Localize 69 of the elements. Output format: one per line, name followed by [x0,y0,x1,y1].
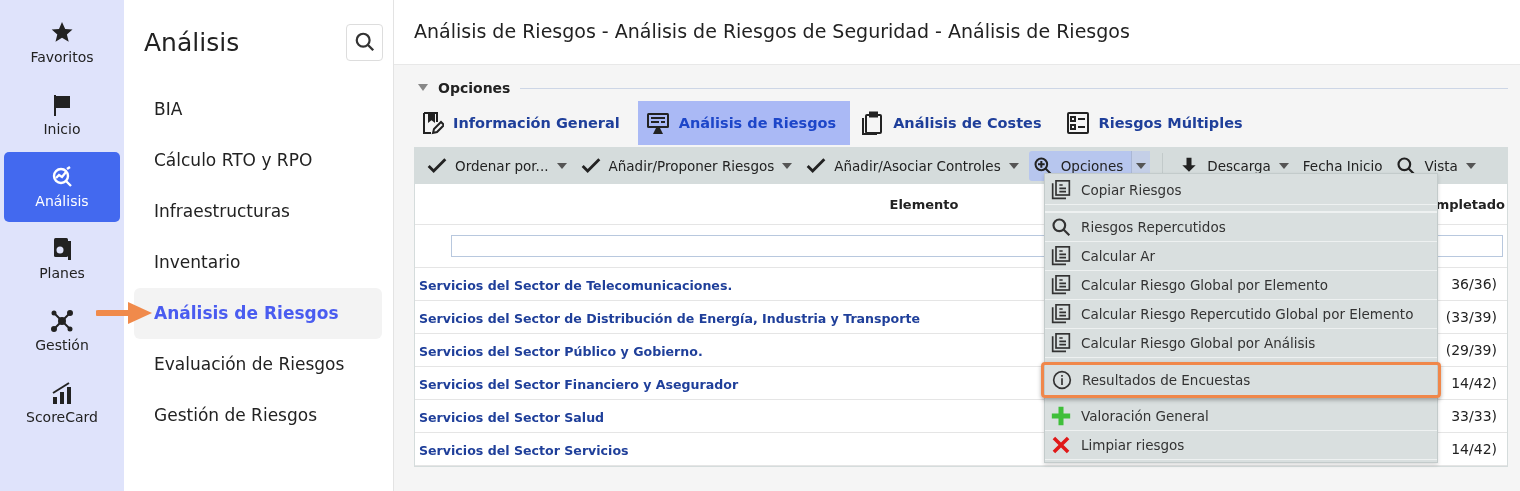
element-link[interactable]: Servicios del Sector Financiero y Asegurador [419,376,739,392]
nav-item[interactable]: Inicio [4,80,120,150]
table-cell: (33/39) [1445,309,1497,325]
table-cell: 33/33) [1451,408,1497,424]
monitor-icon [645,111,670,135]
element-link[interactable]: Servicios del Sector Salud [419,409,605,425]
page-title: Análisis de Riesgos - Análisis de Riesgos de Seguridad - Análisis de Riesgos [394,0,1520,65]
edit-icon [420,111,444,135]
sidebar-item[interactable]: Análisis de Riesgos [134,288,382,339]
info-icon [1052,370,1072,390]
network-icon [50,309,74,333]
table-cell: 36/36) [1451,276,1497,292]
document-icon [1051,275,1071,295]
toolbar-button[interactable]: Añadir/Proponer Riesgos [576,151,797,181]
menu-item[interactable]: Calcular Ar [1045,242,1437,271]
plus-icon [1051,406,1071,426]
menu-item[interactable]: Calcular Riesgo Global por Elemento [1045,271,1437,300]
bar-chart-icon [50,381,74,405]
element-link[interactable]: Servicios del Sector Público y Gobierno. [419,343,703,359]
sidebar-item[interactable]: BIA [134,84,382,135]
check-icon [427,156,447,176]
document-icon [1051,333,1071,353]
menu-item[interactable]: Valoración General [1045,402,1437,431]
element-link[interactable]: Servicios del Sector Servicios [419,442,629,458]
table-cell: 14/42) [1451,441,1497,457]
element-link[interactable]: Servicios del Sector de Distribución de Energía, Industria y Transporte [419,310,920,326]
document-icon [1051,180,1071,200]
zoom-in-icon [1032,156,1053,176]
menu-item[interactable]: Calcular Riesgo Repercutido Global por Elemento [1045,300,1437,329]
search-icon [1051,217,1071,237]
clipboard-icon [860,111,885,135]
analysis-icon [50,165,74,189]
tab[interactable]: Análisis de Riesgos [637,101,851,145]
check-icon [580,156,601,176]
table-cell: 14/42) [1451,375,1497,391]
nav-item[interactable]: Gestión [4,296,120,366]
toolbar-button[interactable]: Añadir/Asociar Controles [802,151,1023,181]
sidebar-item[interactable]: Cálculo RTO y RPO [134,135,382,186]
menu-item[interactable]: Copiar Riesgos [1045,176,1437,205]
element-link[interactable]: Servicios del Sector de Telecomunicaciones. [419,277,733,293]
nav-item[interactable]: Planes [4,224,120,294]
nav-item[interactable]: ScoreCard [4,368,120,438]
menu-item[interactable]: Riesgos Repercutidos [1045,213,1437,242]
list-icon [1065,111,1090,135]
section-label: Opciones [438,80,511,96]
sidebar-item[interactable]: Gestión de Riesgos [134,390,382,441]
search-icon [1396,156,1417,176]
tab[interactable]: Análisis de Costes [854,101,1056,145]
close-icon [1051,435,1071,455]
document-icon [1051,246,1071,266]
menu-item[interactable]: Resultados de Encuestas [1041,362,1441,398]
sidebar-item[interactable]: Evaluación de Riesgos [134,339,382,390]
menu-item[interactable]: Limpiar riesgos [1045,431,1437,460]
search-button[interactable] [346,23,383,61]
tab[interactable]: Riesgos Múltiples [1059,101,1257,145]
nav-item[interactable]: Favoritos [4,8,120,78]
star-icon [50,21,74,45]
sidebar-item[interactable]: Inventario [134,237,382,288]
sidebar-title: Análisis [144,27,240,57]
menu-item[interactable]: Calcular Riesgo Global por Análisis [1045,329,1437,358]
nav-item[interactable]: Análisis [4,152,120,222]
sidebar-item[interactable]: Infraestructuras [134,186,382,237]
table-cell: (29/39) [1445,342,1497,358]
document-icon [1051,304,1071,324]
tab[interactable]: Información General [414,101,634,145]
search-icon [353,31,376,53]
collapse-icon[interactable] [418,84,428,92]
check-icon [806,156,827,176]
toolbar-button[interactable]: Ordenar por... [423,151,571,181]
